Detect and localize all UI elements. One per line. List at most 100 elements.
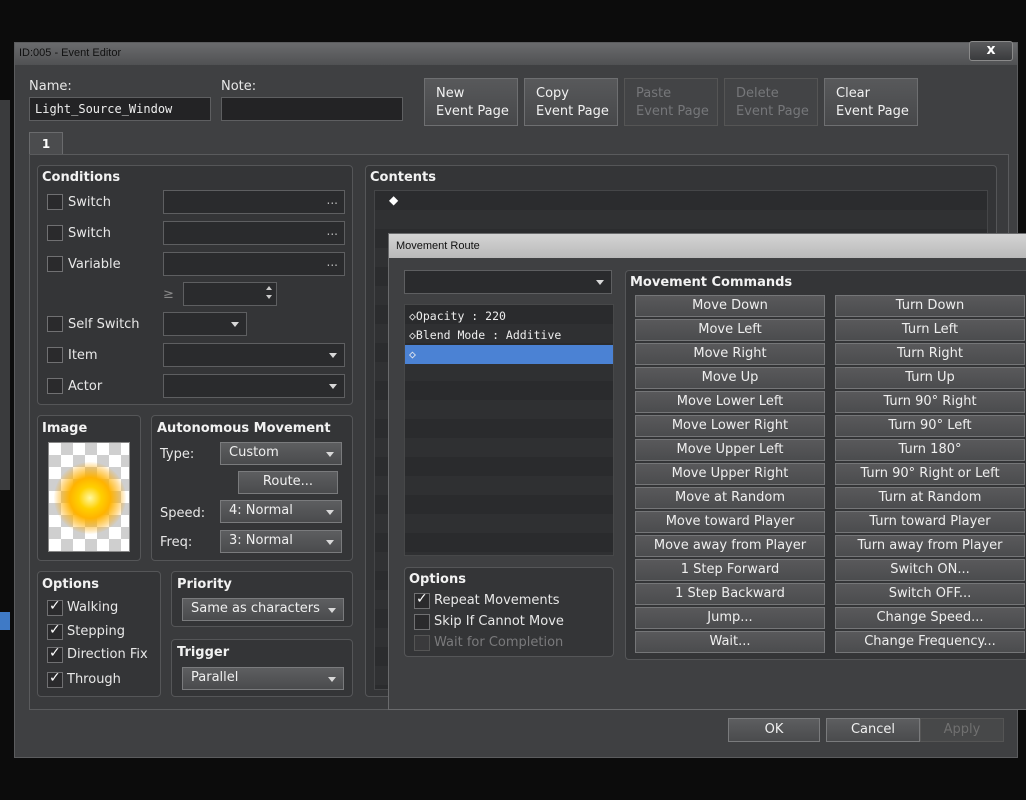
command-move-upper-left-button[interactable]: Move Upper Left — [635, 439, 825, 461]
paste-event-page-button[interactable]: Paste Event Page — [624, 78, 718, 126]
speed-select[interactable]: 4: Normal — [220, 500, 342, 523]
spinner-down-icon[interactable] — [266, 295, 272, 299]
command-move-upper-right-button[interactable]: Move Upper Right — [635, 463, 825, 485]
route-list[interactable]: ◇Opacity : 220 ◇Blend Mode : Additive ◇ — [404, 304, 614, 556]
copy-event-page-button[interactable]: Copy Event Page — [524, 78, 618, 126]
skip-if-cannot-move-checkbox[interactable] — [414, 614, 430, 630]
delete-event-page-button[interactable]: Delete Event Page — [724, 78, 818, 126]
cancel-button[interactable]: Cancel — [826, 718, 920, 742]
chevron-down-icon — [328, 608, 336, 613]
command-switch-off-button[interactable]: Switch OFF... — [835, 583, 1025, 605]
ok-button[interactable]: OK — [728, 718, 820, 742]
item-select[interactable] — [163, 343, 345, 367]
movement-commands-panel: Movement Commands Move Down Turn Down Move… — [625, 270, 1026, 660]
switch1-checkbox[interactable] — [47, 194, 63, 210]
switch2-checkbox[interactable] — [47, 225, 63, 241]
chevron-down-icon — [326, 540, 334, 545]
command-1-step-forward-button[interactable]: 1 Step Forward — [635, 559, 825, 581]
direction-fix-checkbox[interactable] — [47, 645, 63, 663]
light-glow-icon — [54, 462, 126, 534]
title-bar: ID:005 - Event Editor x — [15, 41, 1017, 65]
clear-event-page-button[interactable]: Clear Event Page — [824, 78, 918, 126]
priority-select[interactable]: Same as characters — [182, 598, 344, 621]
command-change-speed-button[interactable]: Change Speed... — [835, 607, 1025, 629]
switch2-field[interactable]: ... — [163, 221, 345, 245]
type-value: Custom — [229, 445, 279, 460]
repeat-movements-checkbox[interactable] — [414, 591, 430, 609]
note-label: Note: — [221, 79, 257, 94]
movement-route-dialog: Movement Route ◇Opacity : 220 ◇Blend Mod… — [388, 233, 1026, 710]
contents-first-row[interactable]: ◆ — [389, 193, 398, 207]
command-turn-180-button[interactable]: Turn 180° — [835, 439, 1025, 461]
walking-checkbox[interactable] — [47, 598, 63, 616]
variable-value-spinner[interactable] — [183, 282, 277, 306]
chevron-down-icon — [596, 280, 604, 285]
command-turn-90-left-button[interactable]: Turn 90° Left — [835, 415, 1025, 437]
event-image[interactable] — [48, 442, 130, 552]
command-turn-away-from-player-button[interactable]: Turn away from Player — [835, 535, 1025, 557]
command-change-frequency-button[interactable]: Change Frequency... — [835, 631, 1025, 653]
route-list-item[interactable]: ◇Blend Mode : Additive — [405, 326, 613, 345]
chevron-down-icon — [326, 510, 334, 515]
route-list-item[interactable]: ◇Opacity : 220 — [405, 307, 613, 326]
through-checkbox[interactable] — [47, 670, 63, 688]
variable-field[interactable]: ... — [163, 252, 345, 276]
command-wait-button[interactable]: Wait... — [635, 631, 825, 653]
command-turn-at-random-button[interactable]: Turn at Random — [835, 487, 1025, 509]
speed-value: 4: Normal — [229, 503, 293, 518]
command-move-lower-left-button[interactable]: Move Lower Left — [635, 391, 825, 413]
trigger-value: Parallel — [191, 670, 239, 685]
route-list-item-selected[interactable]: ◇ — [405, 345, 613, 364]
button-line1: New — [436, 86, 465, 101]
freq-select[interactable]: 3: Normal — [220, 530, 342, 553]
apply-button[interactable]: Apply — [920, 718, 1004, 742]
button-line1: Paste — [636, 86, 672, 101]
self-switch-select[interactable] — [163, 312, 247, 336]
name-field[interactable]: Light_Source_Window — [29, 97, 211, 121]
button-line1: Clear — [836, 86, 870, 101]
command-move-at-random-button[interactable]: Move at Random — [635, 487, 825, 509]
route-button[interactable]: Route... — [238, 471, 338, 494]
command-move-left-button[interactable]: Move Left — [635, 319, 825, 341]
trigger-select[interactable]: Parallel — [182, 667, 344, 690]
window-title: ID:005 - Event Editor — [19, 47, 122, 59]
command-switch-on-button[interactable]: Switch ON... — [835, 559, 1025, 581]
note-field[interactable] — [221, 97, 403, 121]
actor-checkbox[interactable] — [47, 378, 63, 394]
self-switch-checkbox[interactable] — [47, 316, 63, 332]
command-turn-left-button[interactable]: Turn Left — [835, 319, 1025, 341]
command-jump-button[interactable]: Jump... — [635, 607, 825, 629]
chevron-down-icon — [231, 322, 239, 327]
command-1-step-backward-button[interactable]: 1 Step Backward — [635, 583, 825, 605]
stepping-checkbox[interactable] — [47, 622, 63, 640]
chevron-down-icon — [326, 452, 334, 457]
wait-for-completion-checkbox[interactable] — [414, 635, 430, 651]
autonomous-title: Autonomous Movement — [157, 421, 331, 436]
movement-commands-title: Movement Commands — [630, 275, 793, 290]
spinner-up-icon[interactable] — [266, 286, 272, 290]
image-panel: Image — [37, 415, 141, 561]
command-move-up-button[interactable]: Move Up — [635, 367, 825, 389]
variable-checkbox[interactable] — [47, 256, 63, 272]
command-turn-up-button[interactable]: Turn Up — [835, 367, 1025, 389]
dots-icon: ... — [326, 224, 338, 238]
command-move-away-from-player-button[interactable]: Move away from Player — [635, 535, 825, 557]
actor-select[interactable] — [163, 374, 345, 398]
command-turn-right-button[interactable]: Turn Right — [835, 343, 1025, 365]
command-move-toward-player-button[interactable]: Move toward Player — [635, 511, 825, 533]
close-button[interactable]: x — [969, 41, 1013, 61]
command-move-down-button[interactable]: Move Down — [635, 295, 825, 317]
tab-page-1[interactable]: 1 — [29, 132, 63, 154]
command-turn-toward-player-button[interactable]: Turn toward Player — [835, 511, 1025, 533]
command-move-right-button[interactable]: Move Right — [635, 343, 825, 365]
command-turn-90-right-or-left-button[interactable]: Turn 90° Right or Left — [835, 463, 1025, 485]
type-select[interactable]: Custom — [220, 442, 342, 465]
route-options-panel: Options Repeat Movements Skip If Cannot … — [404, 567, 614, 657]
new-event-page-button[interactable]: New Event Page — [424, 78, 518, 126]
command-turn-90-right-button[interactable]: Turn 90° Right — [835, 391, 1025, 413]
command-move-lower-right-button[interactable]: Move Lower Right — [635, 415, 825, 437]
route-target-select[interactable] — [404, 270, 612, 294]
command-turn-down-button[interactable]: Turn Down — [835, 295, 1025, 317]
item-checkbox[interactable] — [47, 347, 63, 363]
switch1-field[interactable]: ... — [163, 190, 345, 214]
